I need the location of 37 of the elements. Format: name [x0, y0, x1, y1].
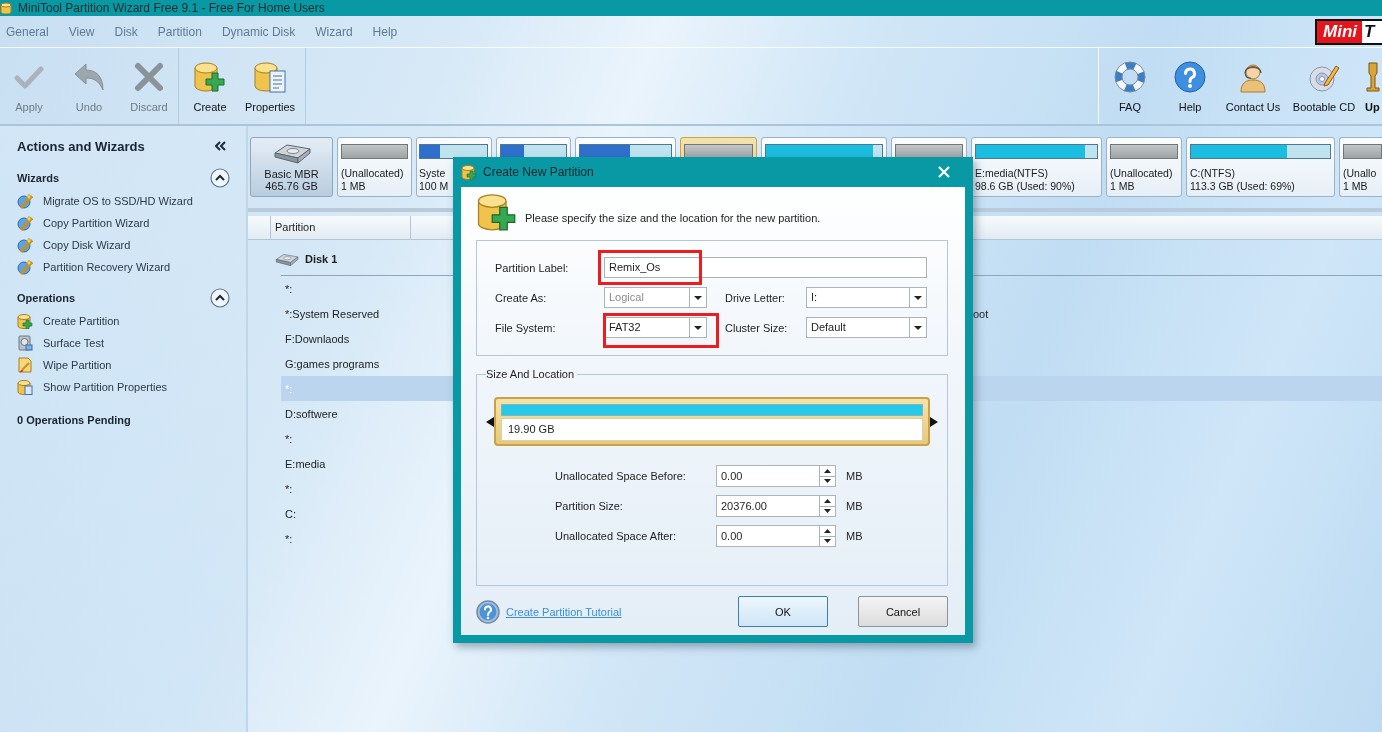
partition-label: (Unallocated)	[341, 167, 404, 180]
disk-size: 465.76 GB	[265, 180, 318, 192]
instruction-text: Please specify the size and the location for the new partition.	[525, 211, 821, 224]
partition-label: (Unallocated)	[1110, 167, 1173, 180]
table-cell: oot	[973, 307, 989, 320]
partition-size: 1 MB	[1110, 180, 1135, 193]
partition-size: 100 M	[419, 180, 449, 193]
partition-label: Syste	[419, 167, 446, 180]
disk-type: Basic MBR	[264, 168, 319, 180]
panel-title: Actions and Wizards	[17, 138, 145, 154]
partition-label: E:media(NTFS)	[975, 167, 1048, 180]
field-label: Partition Label:	[495, 261, 570, 274]
window-title: MiniTool Partition Wizard Free 9.1 - Free For Home Users	[18, 0, 325, 16]
field-label: Unallocated Space Before:	[555, 470, 687, 482]
dialog-title: Create New Partition	[483, 165, 594, 179]
partition-size: 1 MB	[341, 180, 366, 193]
section-title: Wizards	[17, 172, 60, 184]
field-label: Unallocated Space After:	[555, 530, 678, 542]
field-label: Create As:	[495, 291, 548, 304]
partition-size: 1 MB	[1343, 180, 1368, 193]
disk-name: Disk 1	[305, 253, 338, 265]
unit-label: MB	[846, 500, 863, 512]
logo-text: Mini	[1317, 20, 1362, 43]
partition-label: (Unallo	[1343, 167, 1377, 180]
field-label: Drive Letter:	[724, 291, 786, 304]
section-title: Operations	[17, 292, 76, 304]
partition-label: C:(NTFS)	[1190, 167, 1235, 180]
unit-label: MB	[846, 470, 863, 482]
field-label: Partition Size:	[555, 500, 624, 512]
partition-size: 113.3 GB (Used: 69%)	[1190, 180, 1295, 193]
field-label: Cluster Size:	[724, 321, 789, 334]
group-title: Size And Location	[486, 367, 576, 381]
partition-size: 98.6 GB (Used: 90%)	[975, 180, 1075, 193]
field-label: File System:	[495, 321, 557, 334]
pending-count: 0 Operations Pending	[17, 413, 132, 428]
unit-label: MB	[846, 530, 863, 542]
partition-size-text: 19.90 GB	[501, 418, 923, 441]
